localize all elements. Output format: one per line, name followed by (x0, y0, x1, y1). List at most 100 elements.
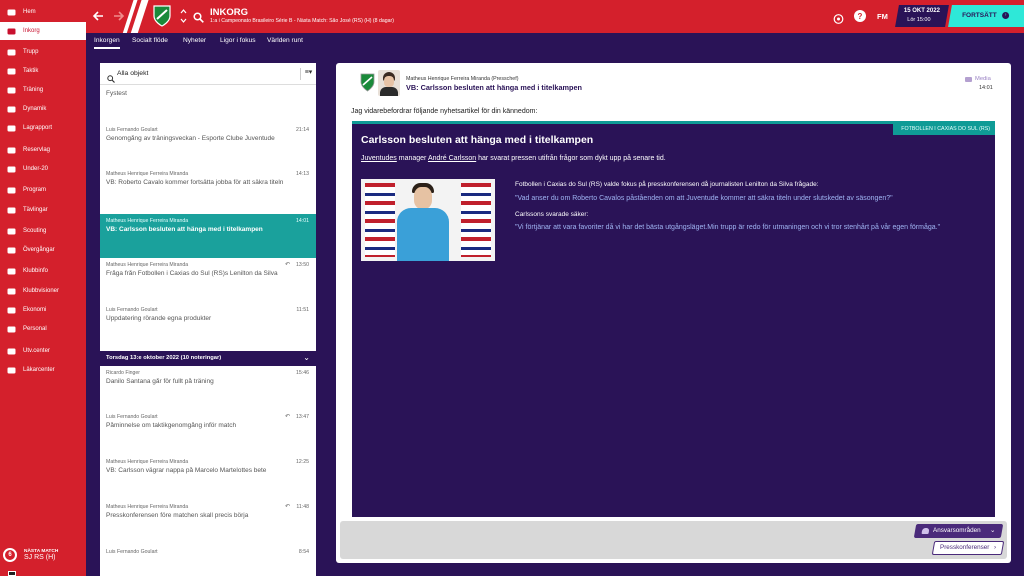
filter-label: Alla objekt (117, 70, 149, 77)
message-item[interactable]: Matheus Henrique Ferreira Miranda 12:25 VB… (100, 455, 316, 499)
reserves-icon (6, 145, 16, 155)
tab-inbox[interactable]: Inkorgen (94, 37, 120, 49)
article-quote-1: "Vad anser du om Roberto Cavalos påståen… (515, 195, 893, 202)
sidebar-item-klubbvisioner[interactable]: Klubbvisioner (0, 282, 86, 300)
sidebar-item-label: Klubbinfo (23, 268, 49, 274)
manager-link[interactable]: André Carlsson (428, 155, 476, 162)
list-item-partial[interactable]: Fystest (106, 90, 127, 97)
message-sender: Luis Fernando Goulart (106, 307, 158, 313)
sidebar-item-under-20[interactable]: Under-20 (0, 160, 86, 178)
sidebar-item-ekonomi[interactable]: Ekonomi (0, 301, 86, 319)
u20-icon (6, 164, 16, 174)
tab-social-feed[interactable]: Socialt flöde (132, 37, 168, 44)
next-match-widget[interactable]: 6 NÄSTA MATCH SJ RS (H) (0, 534, 86, 576)
finance-icon (6, 305, 16, 315)
sidebar-item-label: Taktik (23, 68, 39, 74)
filter-menu-icon[interactable]: ≡▾ (300, 68, 316, 80)
sidebar-item-program[interactable]: Program (0, 181, 86, 199)
date-box[interactable]: 15 OKT 2022 Lör 15:00 (895, 5, 949, 27)
squad-icon (6, 47, 16, 57)
sidebar-item-lagrapport[interactable]: Lagrapport (0, 119, 86, 137)
message-item[interactable]: Luis Fernando Goulart 8:54 (100, 545, 316, 576)
message-item[interactable]: Luis Fernando Goulart 21:14 Genomgång av t… (100, 123, 316, 167)
responsibility-button[interactable]: Ansvarsområden ⌄ (913, 524, 1004, 538)
message-item[interactable]: Ricardo Finger 15:46 Danilo Santana går fö… (100, 366, 316, 410)
message-subject: Uppdatering rörande egna produkter (106, 315, 212, 322)
chevron-right-icon: › (1002, 12, 1010, 19)
continue-button[interactable]: FORTSÄTT › (948, 5, 1024, 27)
chevron-right-icon: › (994, 544, 997, 551)
sidebar-item-label: Ekonomi (23, 307, 47, 313)
sidebar-item-läkarcenter[interactable]: Läkarcenter (0, 361, 86, 379)
help-icon[interactable]: ? (854, 10, 866, 22)
transfers-icon (6, 245, 16, 255)
sidebar-item-dynamik[interactable]: Dynamik (0, 100, 86, 118)
message-time: 14:13 (296, 171, 309, 177)
sidebar-item-trupp[interactable]: Trupp (0, 43, 86, 61)
message-actions: Ansvarsområden ⌄ Presskonferenser › (340, 521, 1007, 559)
sidebar-item-label: Läkarcenter (23, 367, 55, 373)
tab-world-round[interactable]: Världen runt (267, 37, 303, 44)
medical-icon (6, 365, 16, 375)
sidebar-item-hem[interactable]: Hem (0, 3, 86, 21)
tab-leagues-focus[interactable]: Ligor i fokus (220, 37, 256, 44)
sidebar-item-klubbinfo[interactable]: Klubbinfo (0, 262, 86, 280)
message-item[interactable]: Luis Fernando Goulart ↶ 13:47 Påminnelse om… (100, 410, 316, 454)
message-sender: Matheus Henrique Ferreira Miranda (Press… (406, 76, 519, 82)
sidebar-item-taktik[interactable]: Taktik (0, 62, 86, 80)
press-conference-button[interactable]: Presskonferenser › (931, 541, 1005, 555)
sidebar-item-label: Hem (23, 9, 36, 15)
sidebar-item-reservlag[interactable]: Reservlag (0, 141, 86, 159)
sidebar-item-label: Övergångar (23, 247, 55, 253)
reply-arrow-icon: ↶ (284, 262, 290, 268)
sidebar-item-utv-center[interactable]: Utv.center (0, 342, 86, 360)
sidebar-item-personal[interactable]: Personal (0, 320, 86, 338)
message-item[interactable]: Luis Fernando Goulart 11:51 Uppdatering rö… (100, 303, 316, 347)
club-link[interactable]: Juventudes (361, 155, 397, 162)
report-icon (6, 123, 16, 133)
sidebar-item-tävlingar[interactable]: Tävlingar (0, 201, 86, 219)
forward-arrow-icon[interactable] (113, 9, 125, 27)
article-paragraph-1: Fotbollen i Caxias do Sul (RS) valde fok… (515, 181, 819, 188)
club-crest-icon[interactable] (153, 5, 171, 32)
message-time: 11:48 (296, 504, 309, 510)
message-item[interactable]: Matheus Henrique Ferreira Miranda ↶ 11:48 P… (100, 500, 316, 544)
sidebar-item-övergångar[interactable]: Övergångar (0, 241, 86, 259)
back-arrow-icon[interactable] (92, 9, 104, 27)
scouting-icon (6, 226, 16, 236)
vision-icon (6, 286, 16, 296)
sidebar-item-label: Program (23, 187, 47, 193)
sidebar-item-inkorg[interactable]: Inkorg (0, 22, 86, 40)
game-controller-icon[interactable] (833, 11, 844, 29)
message-time: 21:14 (296, 127, 309, 133)
message-sender: Luis Fernando Goulart (106, 414, 158, 420)
message-sender: Matheus Henrique Ferreira Miranda (106, 504, 189, 510)
search-icon[interactable] (193, 10, 204, 28)
page-title: INKORG (210, 7, 248, 18)
search-icon (107, 70, 115, 88)
message-sender: Matheus Henrique Ferreira Miranda (106, 171, 189, 177)
tab-news[interactable]: Nyheter (183, 37, 206, 44)
article-headline: Carlsson besluten att hänga med i titelk… (361, 134, 594, 146)
message-item[interactable]: Matheus Henrique Ferreira Miranda 14:13 VB… (100, 167, 316, 211)
article-quote-2: "Vi förtjänar att vara favoriter då vi h… (515, 224, 941, 231)
sidebar-item-scouting[interactable]: Scouting (0, 222, 86, 240)
chevron-up-down-icon[interactable] (180, 8, 187, 29)
sidebar-item-label: Lagrapport (23, 125, 53, 131)
article-photo (361, 179, 495, 261)
sidebar-item-träning[interactable]: Träning (0, 81, 86, 99)
article-paragraph-2: Carlssons svarade säker: (515, 211, 589, 218)
message-sender: Matheus Henrique Ferreira Miranda (106, 459, 189, 465)
message-sender: Matheus Henrique Ferreira Miranda (106, 218, 189, 224)
fm-logo[interactable]: FM (877, 12, 888, 21)
filter-bar[interactable]: Alla objekt ≡▾ (100, 63, 316, 85)
message-time: 13:47 (296, 414, 309, 420)
sender-avatar (378, 70, 400, 96)
message-item[interactable]: Matheus Henrique Ferreira Miranda 14:01 VB… (100, 214, 316, 258)
message-time: 12:25 (296, 459, 309, 465)
sidebar-item-label: Dynamik (23, 106, 47, 112)
message-item[interactable]: Matheus Henrique Ferreira Miranda ↶ 13:50 F… (100, 258, 316, 302)
group-header[interactable]: Torsdag 13:e oktober 2022 (10 noteringar… (100, 351, 316, 366)
article-source-tag: FOTBOLLEN I CAXIAS DO SUL (RS) (893, 124, 995, 135)
page-subtitle: 1:a i Campeonato Brasileiro Série B - Nä… (210, 18, 394, 24)
